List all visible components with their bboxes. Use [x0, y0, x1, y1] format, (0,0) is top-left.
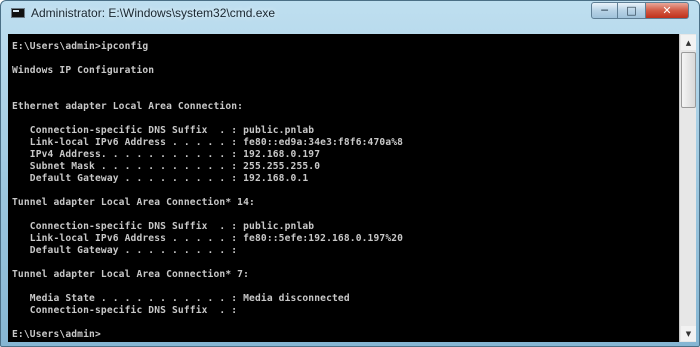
console-line: Link-local IPv6 Address . . . . . : fe80… [12, 137, 404, 148]
window-title: Administrator: E:\Windows\system32\cmd.e… [31, 6, 276, 20]
vertical-scrollbar[interactable]: ▲ ▼ [679, 34, 696, 342]
console-line: Windows IP Configuration [12, 65, 155, 76]
console-line: Default Gateway . . . . . . . . . : [12, 245, 238, 256]
close-button[interactable]: ✕ [645, 2, 689, 19]
minimize-button[interactable]: ─ [591, 2, 618, 19]
window-controls: ─ □ ✕ [591, 2, 689, 20]
scrollbar-thumb[interactable] [681, 52, 696, 108]
console-prompt[interactable]: E:\Users\admin> [12, 329, 101, 341]
cmd-icon[interactable] [11, 8, 25, 18]
console-line: Subnet Mask . . . . . . . . . . . : 255.… [12, 161, 321, 172]
maximize-button[interactable]: □ [618, 2, 645, 19]
console-line: Ethernet adapter Local Area Connection: [12, 101, 244, 112]
console-line: Tunnel adapter Local Area Connection* 7: [12, 269, 250, 280]
cmd-window: Administrator: E:\Windows\system32\cmd.e… [0, 0, 700, 347]
scroll-down-icon[interactable]: ▼ [681, 326, 696, 341]
console-line: Media State . . . . . . . . . . . : Medi… [12, 293, 350, 304]
title-bar[interactable]: Administrator: E:\Windows\system32\cmd.e… [3, 1, 697, 26]
console-output[interactable]: E:\Users\admin>ipconfig Windows IP Confi… [8, 34, 679, 342]
console-line: IPv4 Address. . . . . . . . . . . : 192.… [12, 149, 321, 160]
console-line: Connection-specific DNS Suffix . : publi… [12, 125, 315, 136]
scroll-up-icon[interactable]: ▲ [681, 35, 696, 50]
console-line: Tunnel adapter Local Area Connection* 14… [12, 197, 255, 208]
console-line: Connection-specific DNS Suffix . : [12, 305, 238, 316]
console-line: Default Gateway . . . . . . . . . : 192.… [12, 173, 309, 184]
console-line: E:\Users\admin>ipconfig [12, 41, 149, 52]
console-line: Connection-specific DNS Suffix . : publi… [12, 221, 315, 232]
console-line: Link-local IPv6 Address . . . . . : fe80… [12, 233, 404, 244]
